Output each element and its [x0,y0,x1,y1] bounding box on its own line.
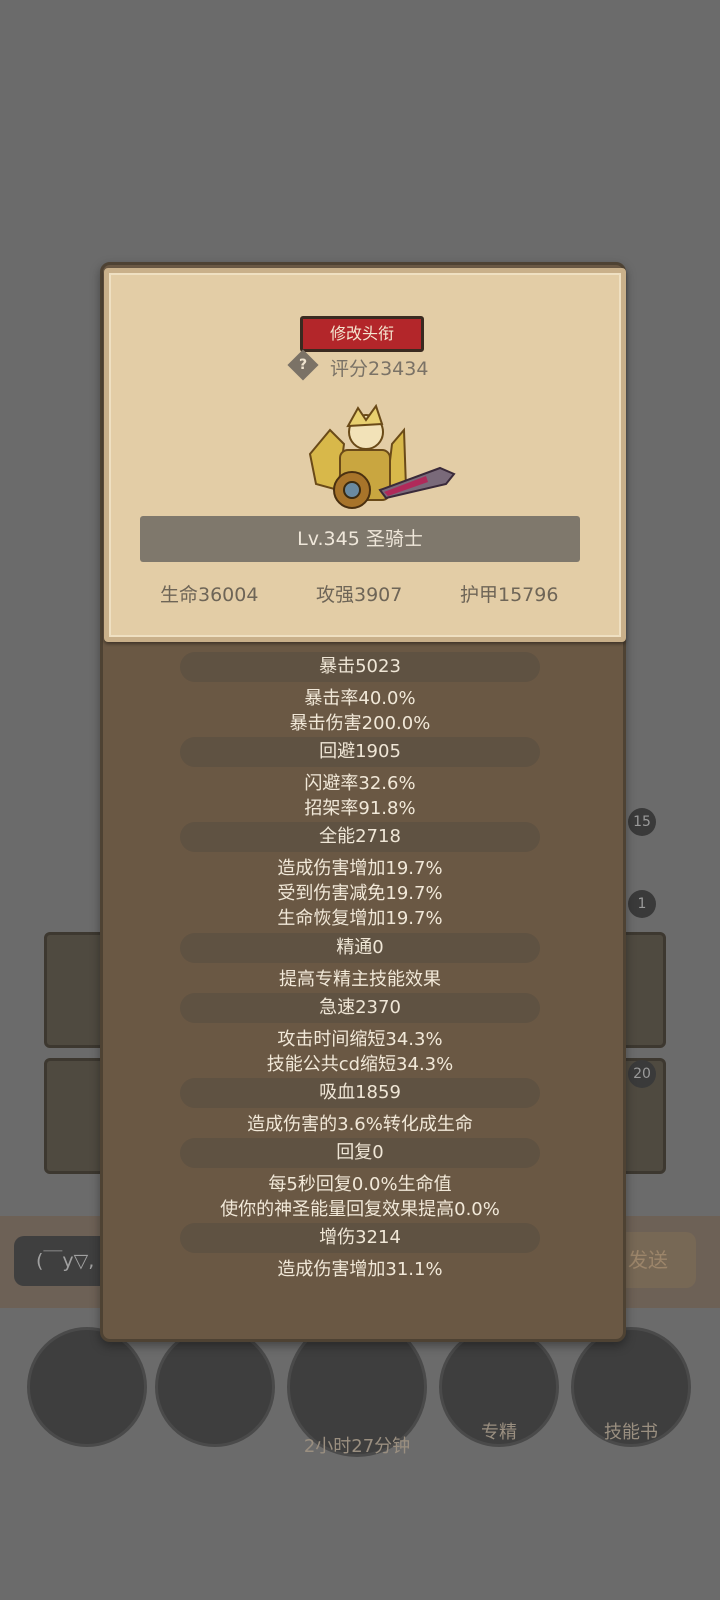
haste-attack: 攻击时间缩短34.3% [277,1029,443,1050]
question-mark: ? [298,357,308,373]
crit-header: 暴击5023 [180,652,540,682]
specialize-label: 专精 [481,1422,517,1443]
paladin-avatar [308,404,456,509]
mastery-header: 精通0 [180,933,540,963]
dodge-header: 回避1905 [180,737,540,767]
regen-holy: 使你的神圣能量回复效果提高0.0% [220,1199,500,1220]
damage-bonus-header: 增伤3214 [180,1223,540,1253]
dodge-rate: 闪避率32.6% [304,773,416,794]
versatility-reduction: 受到伤害减免19.7% [277,883,443,904]
bread-button[interactable] [158,1330,272,1444]
skillbook-label: 技能书 [604,1422,658,1443]
leech-header: 吸血1859 [180,1078,540,1108]
leech-desc: 造成伤害的3.6%转化成生命 [247,1114,473,1135]
rename-title-button[interactable]: 修改头衔 [300,316,424,352]
regen-hp: 每5秒回复0.0%生命值 [268,1174,452,1195]
parry-rate: 招架率91.8% [304,798,416,819]
damage-bonus-desc: 造成伤害增加31.1% [277,1259,443,1280]
versatility-damage: 造成伤害增加19.7% [277,858,443,879]
potion-button[interactable] [30,1330,144,1444]
mastery-desc: 提高专精主技能效果 [279,969,441,990]
regen-header: 回复0 [180,1138,540,1168]
hp-stat: 生命36004 [160,584,259,606]
count-badge: 1 [628,890,656,918]
haste-cd: 技能公共cd缩短34.3% [266,1054,454,1075]
versatility-header: 全能2718 [180,822,540,852]
attack-stat: 攻强3907 [316,584,403,606]
level-class-bar: Lv.345 圣骑士 [140,516,580,562]
armor-stat: 护甲15796 [460,584,559,606]
count-badge: 15 [628,808,656,836]
score-text: 评分23434 [330,358,429,380]
crit-damage: 暴击伤害200.0% [289,713,431,734]
count-badge: 20 [628,1060,656,1088]
crit-rate: 暴击率40.0% [304,688,416,709]
haste-header: 急速2370 [180,993,540,1023]
versatility-healing: 生命恢复增加19.7% [277,908,443,929]
chest-timer: 2小时27分钟 [303,1436,411,1457]
